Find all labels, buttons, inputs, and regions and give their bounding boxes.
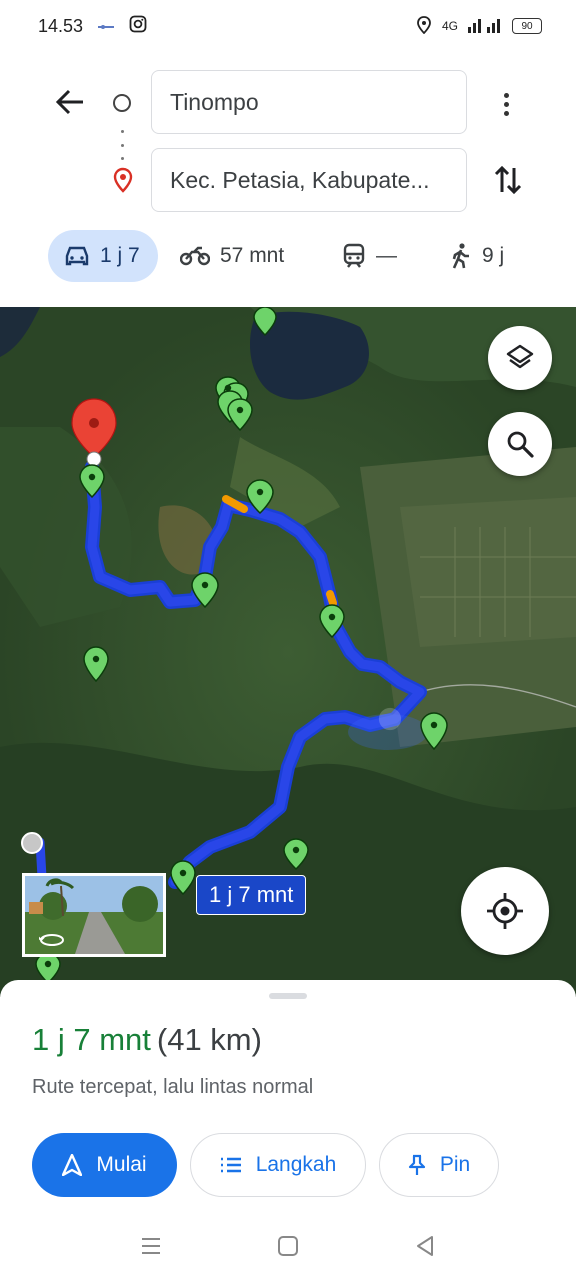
search-icon <box>507 431 534 458</box>
status-bar: 14.53 4G 90 <box>0 0 576 52</box>
steps-button[interactable]: Langkah <box>190 1133 366 1197</box>
swap-button[interactable] <box>490 162 526 198</box>
start-button-label: Mulai <box>96 1153 147 1176</box>
directions-header: Tinompo Kec. Petasia, Kabupate... 1 j 7 … <box>0 52 576 307</box>
my-location-button[interactable] <box>461 867 549 955</box>
pin-button-label: Pin <box>439 1153 471 1176</box>
route-duration-label[interactable]: 1 j 7 mnt <box>196 875 307 915</box>
battery-level: 90 <box>521 20 533 32</box>
notification-icon <box>97 16 115 37</box>
mode-motorcycle[interactable]: 57 mnt <box>180 230 284 282</box>
swap-icon <box>494 165 522 195</box>
back-triangle-icon <box>417 1236 433 1256</box>
origin-text: Tinompo <box>170 88 259 115</box>
mode-walk[interactable]: 9 j <box>450 230 504 282</box>
map-view[interactable]: 1 j 7 mnt <box>0 307 576 997</box>
mode-car[interactable]: 1 j 7 <box>48 230 158 282</box>
steps-button-label: Langkah <box>255 1153 337 1176</box>
mode-motorcycle-label: 57 mnt <box>220 244 285 267</box>
layers-icon <box>506 344 534 369</box>
location-icon <box>416 15 432 37</box>
destination-pin-icon <box>110 167 136 198</box>
train-icon <box>343 243 365 268</box>
mode-car-label: 1 j 7 <box>100 244 140 267</box>
street-view-rotate-icon <box>39 934 64 946</box>
back-nav-button[interactable] <box>413 1234 441 1262</box>
sheet-drag-handle[interactable] <box>269 993 307 999</box>
navigation-arrow-icon <box>62 1154 83 1176</box>
status-time: 14.53 <box>38 15 84 36</box>
instagram-icon <box>129 15 147 38</box>
travel-modes: 1 j 7 57 mnt — 9 j <box>0 230 576 284</box>
home-button[interactable] <box>276 1234 304 1262</box>
car-icon <box>65 246 89 266</box>
route-summary: 1 j 7 mnt (41 km) <box>32 1022 262 1058</box>
search-along-route-button[interactable] <box>488 412 552 476</box>
system-nav-bar <box>0 1218 576 1280</box>
home-square-icon <box>278 1236 298 1256</box>
mode-transit[interactable]: — <box>342 230 397 282</box>
start-button[interactable]: Mulai <box>32 1133 177 1197</box>
destination-field[interactable]: Kec. Petasia, Kabupate... <box>151 148 467 212</box>
list-icon <box>220 1157 241 1173</box>
layers-button[interactable] <box>488 326 552 390</box>
network-label: 4G <box>441 19 458 33</box>
origin-field[interactable]: Tinompo <box>151 70 467 134</box>
route-description: Rute tercepat, lalu lintas normal <box>32 1076 314 1098</box>
crosshair-icon <box>487 893 523 929</box>
walk-icon <box>452 243 469 269</box>
menu-icon <box>142 1238 160 1254</box>
arrow-back-icon <box>55 89 83 115</box>
street-view-thumbnail[interactable] <box>22 873 166 957</box>
pin-button[interactable]: Pin <box>379 1133 499 1197</box>
route-duration: 1 j 7 mnt <box>32 1022 151 1057</box>
mode-transit-label: — <box>376 244 397 267</box>
pushpin-icon <box>408 1154 425 1175</box>
origin-circle-icon <box>113 94 131 112</box>
signal-icon <box>468 17 502 36</box>
back-button[interactable] <box>50 82 90 122</box>
mode-walk-label: 9 j <box>482 244 505 267</box>
route-summary-sheet: 1 j 7 mnt (41 km) Rute tercepat, lalu lin… <box>0 980 576 1280</box>
more-options-button[interactable] <box>494 86 518 122</box>
route-distance: (41 km) <box>156 1022 262 1057</box>
recents-button[interactable] <box>139 1234 167 1262</box>
destination-text: Kec. Petasia, Kabupate... <box>170 166 430 193</box>
battery-icon: 90 <box>512 18 542 34</box>
route-dots <box>121 130 124 160</box>
motorcycle-icon <box>180 246 210 266</box>
